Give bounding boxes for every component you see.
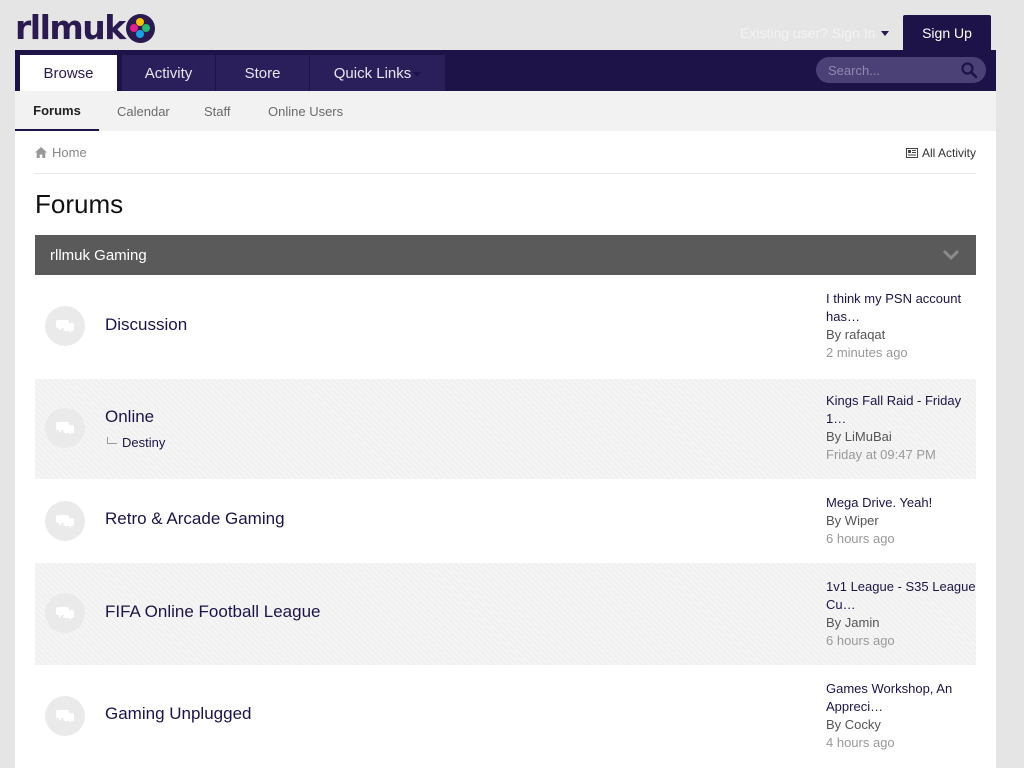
site-header: rllmuk Existing user? Sign In Sign Up	[15, 0, 996, 50]
by-prefix: By	[826, 717, 842, 732]
subnav-label: Staff	[204, 103, 231, 119]
sub-nav: Forums Calendar Staff Online Users	[15, 91, 996, 131]
chat-bubbles-icon	[45, 501, 85, 541]
category-header: rllmuk Gaming	[35, 235, 976, 275]
search-icon[interactable]	[960, 61, 978, 79]
sign-in-link[interactable]: Existing user? Sign In	[740, 25, 890, 41]
forum-title[interactable]: Online	[105, 407, 154, 427]
subforum-link[interactable]: Destiny	[107, 435, 165, 450]
last-post: 1v1 League - S35 League Cu… By Jamin 6 h…	[826, 578, 976, 650]
last-post: Mega Drive. Yeah! By Wiper 6 hours ago	[826, 494, 976, 548]
caret-down-icon	[413, 71, 422, 77]
last-post-author[interactable]: Cocky	[845, 717, 881, 732]
forum-row: Gaming Unplugged Games Workshop, An Appr…	[35, 665, 976, 768]
logo-badge-icon	[125, 14, 155, 43]
sign-in-label: Existing user? Sign In	[740, 25, 876, 41]
last-post-time: 6 hours ago	[826, 633, 895, 648]
last-post-title[interactable]: Kings Fall Raid - Friday 1…	[826, 392, 976, 428]
forum-row: FIFA Online Football League 1v1 League -…	[35, 563, 976, 665]
last-post-author[interactable]: rafaqat	[845, 327, 885, 342]
tab-label: Store	[244, 64, 281, 82]
forum-title[interactable]: Discussion	[105, 315, 187, 335]
subnav-item-online-users[interactable]: Online Users	[268, 91, 343, 131]
last-post: I think my PSN account has… By rafaqat 2…	[826, 290, 976, 362]
last-post-author[interactable]: Wiper	[845, 513, 879, 528]
last-post: Games Workshop, An Appreci… By Cocky 4 h…	[826, 680, 976, 752]
by-prefix: By	[826, 327, 842, 342]
chat-bubbles-icon	[45, 306, 85, 346]
tab-quick-links[interactable]: Quick Links	[310, 55, 445, 91]
logo-text: rllmuk	[15, 8, 126, 47]
tab-label: Browse	[43, 64, 94, 82]
last-post-by: By rafaqat	[826, 326, 976, 344]
subforum-label: Destiny	[122, 435, 166, 450]
last-post-title[interactable]: 1v1 League - S35 League Cu…	[826, 578, 976, 614]
all-activity-label: All Activity	[921, 146, 976, 160]
by-prefix: By	[826, 513, 842, 528]
all-activity-link[interactable]: All Activity	[905, 146, 976, 160]
chat-bubbles-icon	[45, 593, 85, 633]
site-logo[interactable]: rllmuk	[15, 11, 155, 44]
forum-row: Discussion I think my PSN account has… B…	[35, 275, 976, 367]
last-post-time: 4 hours ago	[826, 735, 895, 750]
subnav-label: Online Users	[268, 103, 344, 119]
chat-bubbles-icon	[45, 696, 85, 736]
search-input[interactable]	[816, 62, 956, 78]
main-content: Home All Activity Forums rllmuk Gaming D…	[15, 131, 996, 768]
subnav-label: Calendar	[117, 103, 170, 119]
forum-row: Online Destiny Kings Fall Raid - Friday …	[35, 379, 976, 479]
last-post-time: 6 hours ago	[826, 531, 895, 546]
chevron-down-icon[interactable]	[942, 249, 960, 261]
last-post-by: By Cocky	[826, 716, 976, 734]
tab-activity[interactable]: Activity	[122, 55, 215, 91]
last-post-title[interactable]: Games Workshop, An Appreci…	[826, 680, 976, 716]
by-prefix: By	[826, 615, 842, 630]
main-nav: Browse Activity Store Quick Links	[15, 50, 996, 91]
last-post-title[interactable]: I think my PSN account has…	[826, 290, 976, 326]
subnav-item-staff[interactable]: Staff	[204, 91, 231, 131]
forum-title[interactable]: FIFA Online Football League	[105, 602, 320, 622]
activity-icon	[905, 148, 918, 158]
subnav-item-calendar[interactable]: Calendar	[117, 91, 170, 131]
subforum-elbow-icon	[107, 436, 117, 444]
last-post-by: By LiMuBai	[826, 428, 976, 446]
category-title: rllmuk Gaming	[50, 246, 147, 264]
forum-title[interactable]: Retro & Arcade Gaming	[105, 509, 285, 529]
forum-row: Retro & Arcade Gaming Mega Drive. Yeah! …	[35, 479, 976, 563]
last-post-by: By Wiper	[826, 512, 976, 530]
breadcrumb-home: Home	[52, 145, 87, 160]
search-box	[816, 57, 986, 83]
sign-up-button[interactable]: Sign Up	[903, 15, 991, 50]
subnav-label: Forums	[33, 102, 81, 118]
caret-down-icon	[881, 30, 890, 36]
home-icon	[35, 147, 47, 158]
last-post-time: Friday at 09:47 PM	[826, 447, 936, 462]
last-post-author[interactable]: Jamin	[845, 615, 880, 630]
tab-browse[interactable]: Browse	[20, 55, 117, 91]
last-post-author[interactable]: LiMuBai	[845, 429, 892, 444]
by-prefix: By	[826, 429, 842, 444]
last-post-title[interactable]: Mega Drive. Yeah!	[826, 494, 976, 512]
tab-label: Activity	[144, 64, 193, 82]
last-post-time: 2 minutes ago	[826, 345, 908, 360]
tab-label: Quick Links	[333, 64, 412, 82]
last-post: Kings Fall Raid - Friday 1… By LiMuBai F…	[826, 392, 976, 464]
forum-title[interactable]: Gaming Unplugged	[105, 704, 251, 724]
page-title: Forums	[35, 189, 124, 219]
tab-store[interactable]: Store	[216, 55, 309, 91]
breadcrumb[interactable]: Home	[35, 145, 87, 160]
chat-bubbles-icon	[45, 408, 85, 448]
last-post-by: By Jamin	[826, 614, 976, 632]
divider	[35, 173, 976, 174]
subnav-item-forums[interactable]: Forums	[15, 91, 99, 131]
